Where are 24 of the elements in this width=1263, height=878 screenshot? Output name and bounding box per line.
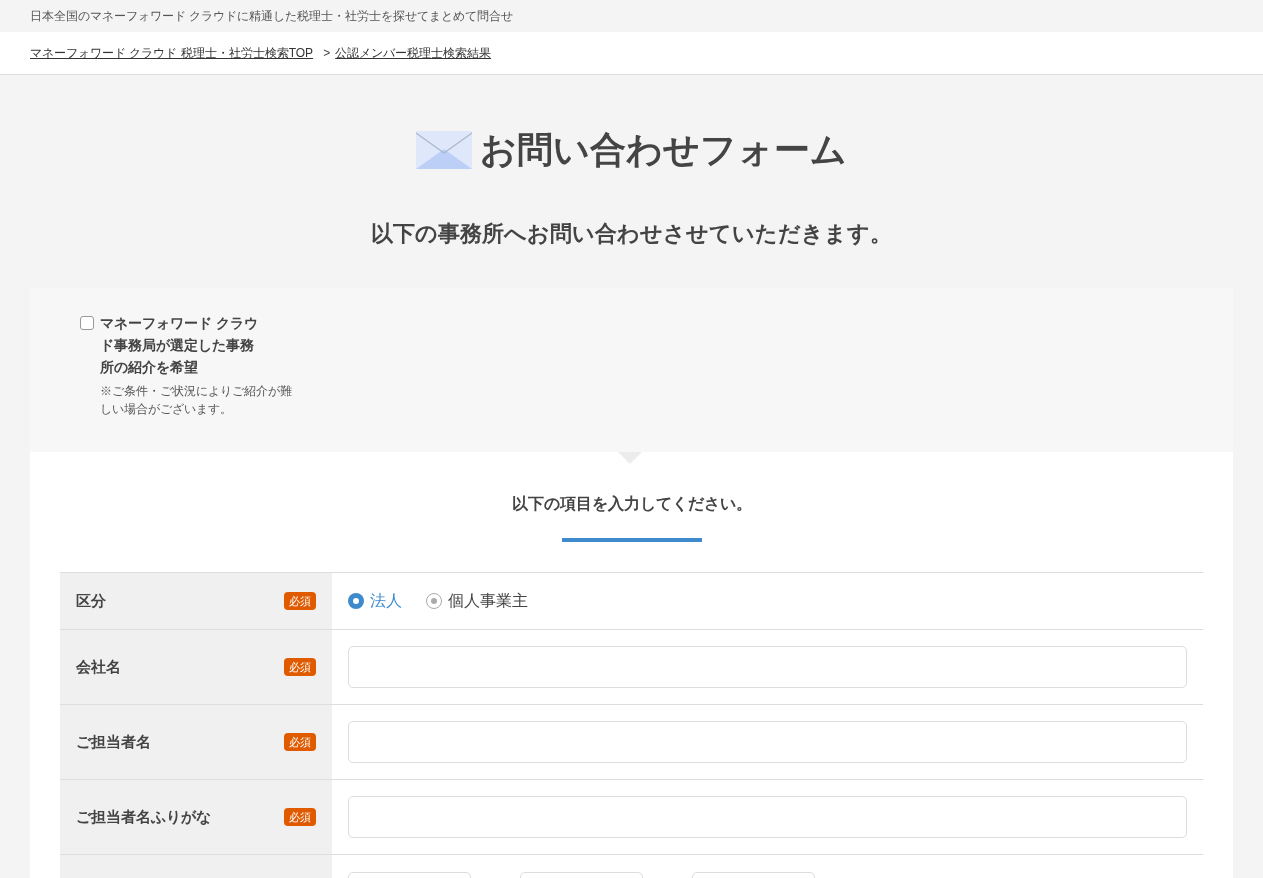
input-field[interactable] xyxy=(348,646,1187,688)
intro-text: 以下の事務所へお問い合わせさせていただきます。 xyxy=(371,220,892,248)
referral-checkbox[interactable] xyxy=(80,316,94,330)
input-field[interactable] xyxy=(348,796,1187,838)
form-heading: 以下の項目を入力してください。 xyxy=(511,494,752,514)
input-field[interactable] xyxy=(348,721,1187,763)
referral-note: ※ご条件・ご状況によりご紹介が難しい場合がございます。 xyxy=(100,383,293,418)
field-label: ご担当者名 xyxy=(76,731,151,752)
breadcrumb-separator: > xyxy=(323,45,331,62)
required-badge: 必須 xyxy=(284,733,316,751)
required-badge: 必須 xyxy=(284,658,316,676)
required-badge: 必須 xyxy=(284,592,316,610)
site-tagline: 日本全国のマネーフォワード クラウドに精通した税理士・社労士を探せてまとめて問合せ xyxy=(30,8,514,25)
page-title: お問い合わせフォーム xyxy=(480,128,847,172)
referral-label[interactable]: マネーフォワード クラウド事務局が選定した事務所の紹介を希望 xyxy=(100,312,262,378)
field-label: 区分 xyxy=(76,590,106,611)
breadcrumb-link[interactable]: マネーフォワード クラウド 税理士・社労士検索TOP xyxy=(30,44,314,62)
radio-option[interactable]: 法人 xyxy=(348,589,402,613)
field-label: ご担当者名ふりがな xyxy=(76,806,211,827)
envelope-icon xyxy=(416,131,472,169)
breadcrumb-link[interactable]: 公認メンバー税理士検索結果 xyxy=(335,44,492,62)
radio-option[interactable]: 個人事業主 xyxy=(426,589,528,613)
field-label: 会社名 xyxy=(76,656,121,677)
required-badge: 必須 xyxy=(284,808,316,826)
